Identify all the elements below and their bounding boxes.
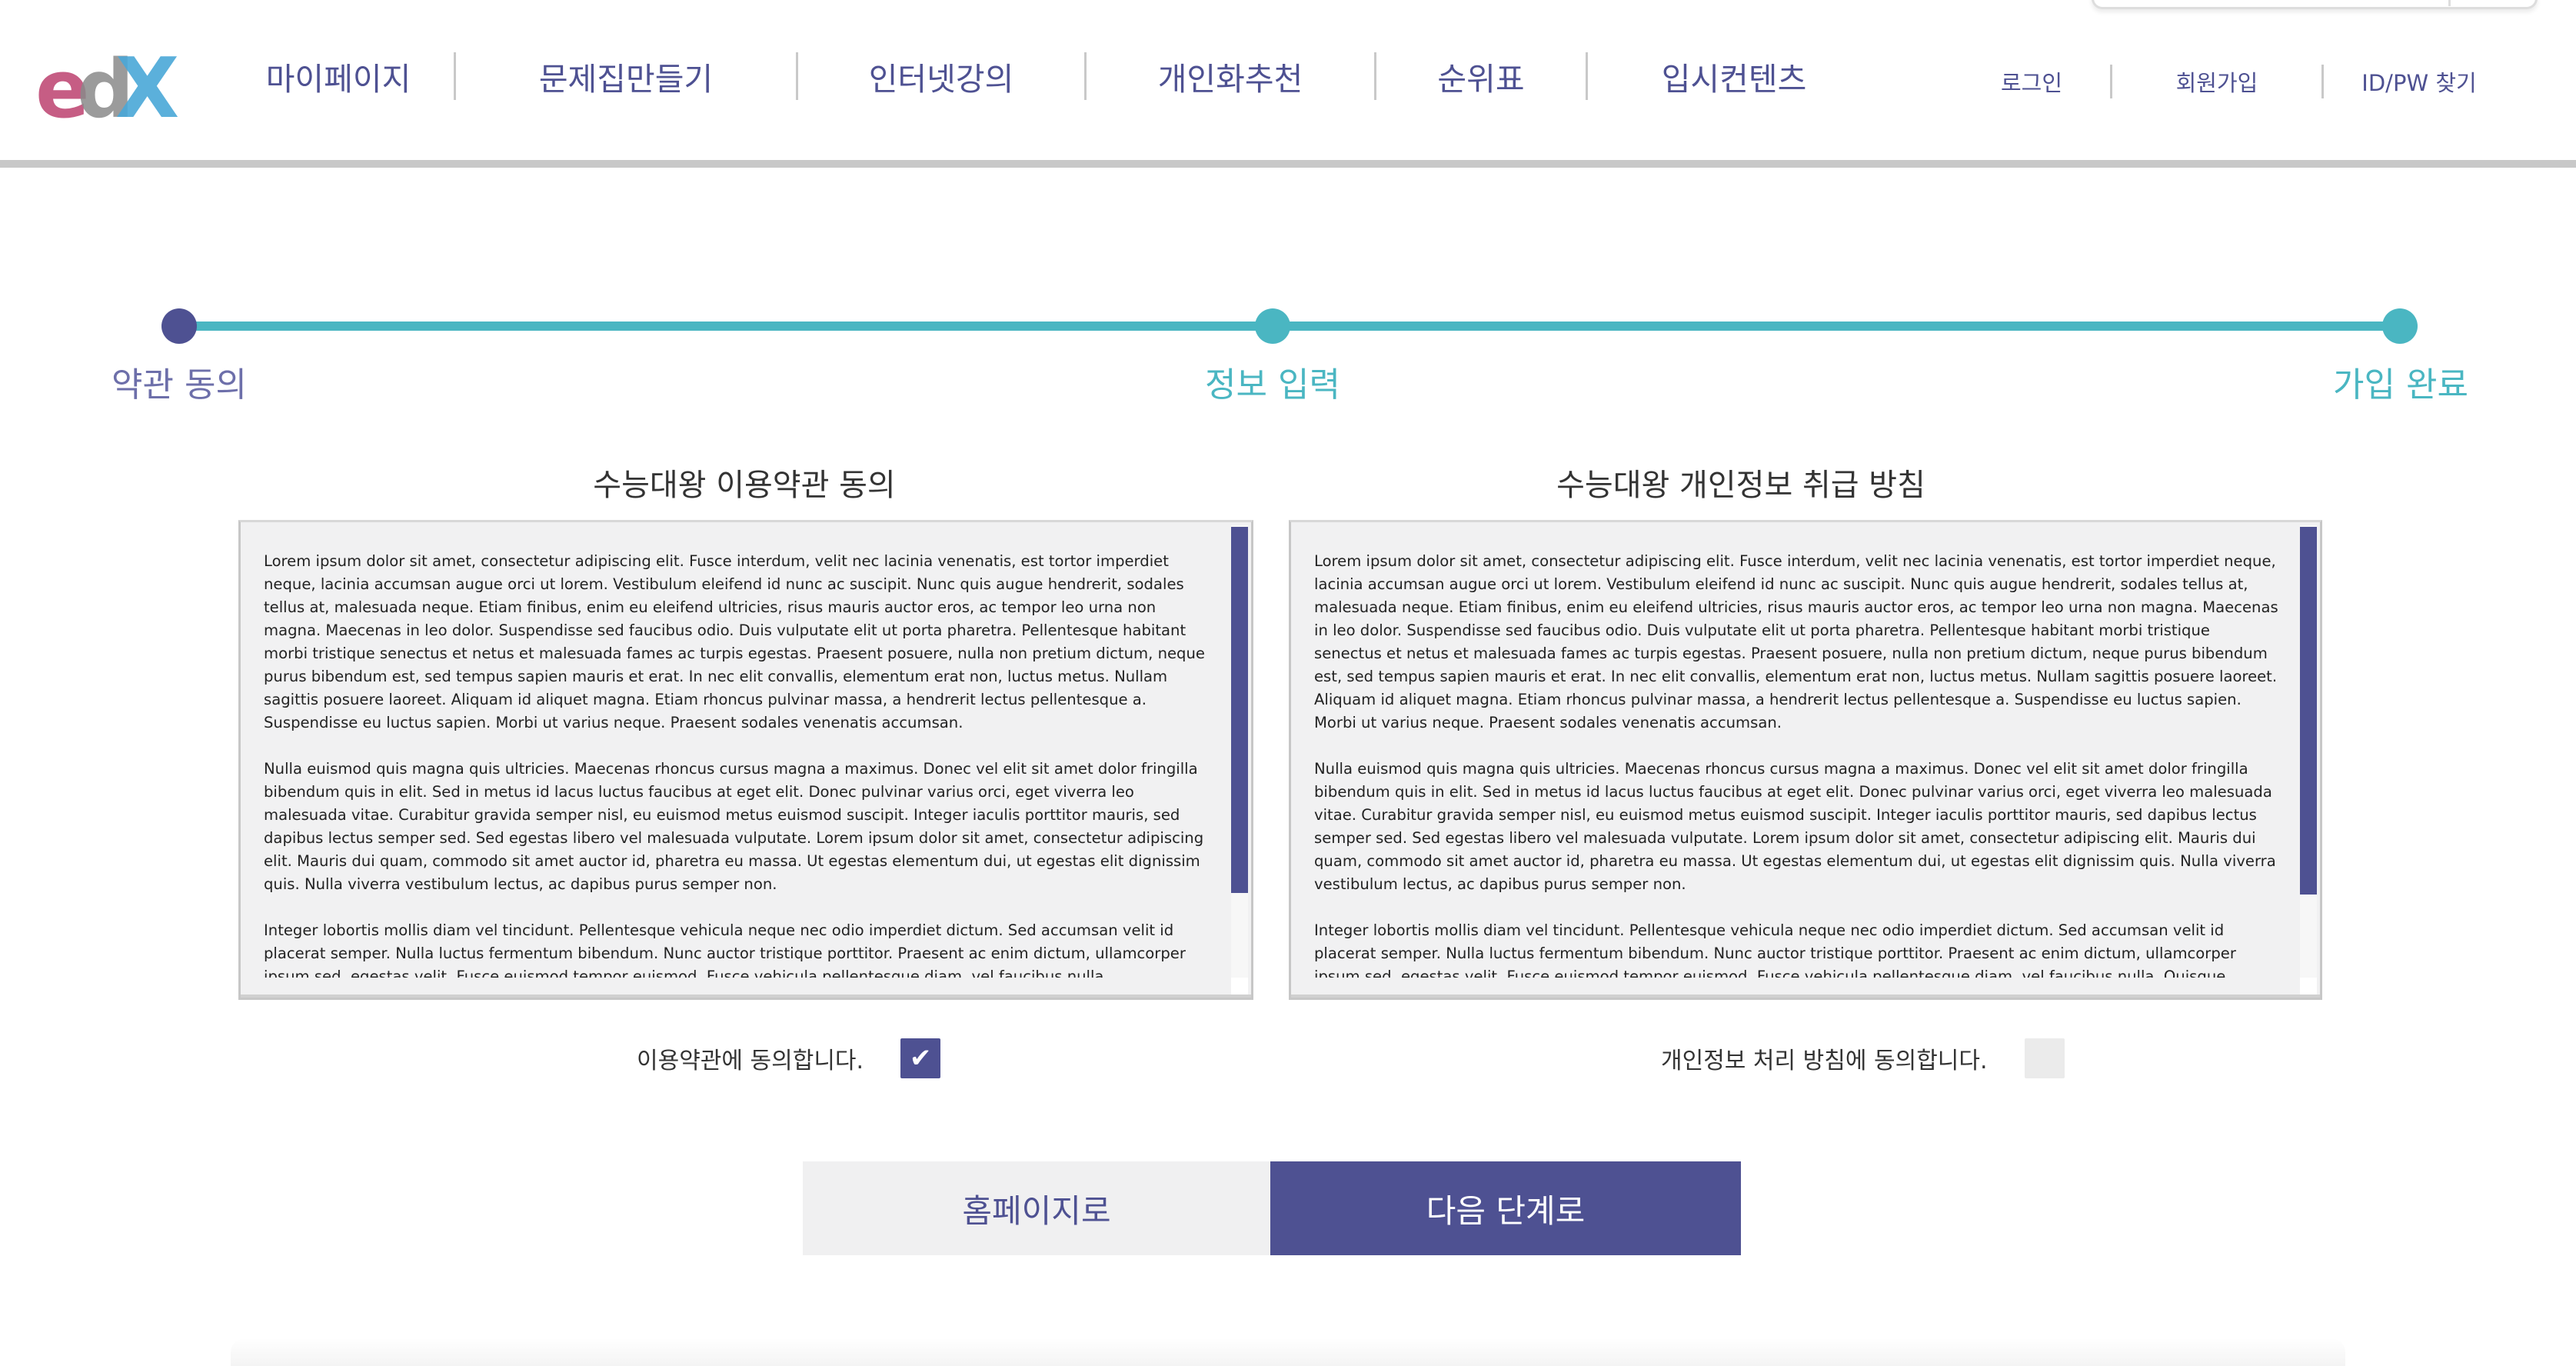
privacy-paragraph: Integer lobortis mollis diam vel tincidu…: [1314, 921, 2236, 978]
nav-item-mypage[interactable]: 마이페이지: [223, 53, 454, 99]
terms-scrollbar-thumb[interactable]: [1231, 527, 1248, 893]
privacy-paragraph: Nulla euismod quis magna quis ultricies.…: [1314, 760, 2276, 893]
next-step-button[interactable]: 다음 단계로: [1270, 1161, 1741, 1255]
terms-title: 수능대왕 이용약관 동의: [593, 468, 896, 503]
terms-paragraph: Nulla euismod quis magna quis ultricies.…: [264, 760, 1204, 893]
nav-item-make-problem-set[interactable]: 문제집만들기: [456, 53, 796, 99]
nav-item-admission-content[interactable]: 입시컨텐츠: [1588, 53, 1880, 99]
find-id-pw-link[interactable]: ID/PW 찾기: [2324, 65, 2514, 98]
privacy-content: Lorem ipsum dolor sit amet, consectetur …: [1314, 550, 2280, 978]
stepper-track: [180, 322, 2401, 331]
privacy-title: 수능대왕 개인정보 취급 방침: [1556, 468, 1925, 503]
step-label-info: 정보 입력: [1205, 365, 1340, 405]
go-home-button[interactable]: 홈페이지로: [803, 1161, 1270, 1255]
privacy-scrollbar-corner: [2300, 978, 2317, 995]
site-header: e d X 마이페이지 문제집만들기 인터넷강의 개인화추천 순위표 입시컨텐츠…: [0, 0, 2576, 168]
privacy-textbox[interactable]: Lorem ipsum dolor sit amet, consectetur …: [1289, 520, 2322, 1000]
terms-agree-row: 이용약관에 동의합니다. ✔: [637, 1037, 941, 1080]
footer-edge: [231, 1338, 2345, 1366]
privacy-agree-checkbox[interactable]: [2024, 1038, 2065, 1078]
privacy-paragraph: Lorem ipsum dolor sit amet, consectetur …: [1314, 552, 2278, 731]
privacy-scrollbar-thumb[interactable]: [2300, 527, 2317, 895]
check-icon: ✔: [909, 1043, 932, 1074]
auth-links: 로그인 회원가입 ID/PW 찾기: [1953, 60, 2514, 103]
nav-item-online-lecture[interactable]: 인터넷강의: [798, 53, 1084, 99]
terms-paragraph: Lorem ipsum dolor sit amet, consectetur …: [264, 552, 1205, 731]
privacy-agree-label: 개인정보 처리 방침에 동의합니다.: [1661, 1048, 1988, 1074]
step-dot-complete: [2382, 308, 2418, 344]
edx-logo[interactable]: e d X: [35, 43, 200, 125]
signup-link[interactable]: 회원가입: [2112, 65, 2321, 98]
top-right-search-box[interactable]: [2092, 0, 2538, 9]
logo-letter-x: X: [115, 43, 179, 125]
step-dot-info: [1255, 308, 1290, 344]
nav-item-recommendation[interactable]: 개인화추천: [1087, 53, 1374, 99]
terms-agree-label: 이용약관에 동의합니다.: [637, 1048, 864, 1074]
privacy-agree-row: 개인정보 처리 방침에 동의합니다.: [1661, 1037, 2065, 1080]
terms-agree-checkbox[interactable]: ✔: [900, 1038, 941, 1078]
signup-stepper: 약관 동의 정보 입력 가입 완료: [0, 292, 2576, 408]
terms-scrollbar-corner: [1231, 978, 1248, 995]
terms-content: Lorem ipsum dolor sit amet, consectetur …: [264, 550, 1211, 978]
terms-textbox[interactable]: Lorem ipsum dolor sit amet, consectetur …: [238, 520, 1253, 1000]
step-label-complete: 가입 완료: [2333, 365, 2468, 405]
nav-item-ranking[interactable]: 순위표: [1376, 53, 1586, 99]
login-link[interactable]: 로그인: [1953, 65, 2110, 98]
step-label-terms: 약관 동의: [111, 365, 247, 405]
main-nav: 마이페이지 문제집만들기 인터넷강의 개인화추천 순위표 입시컨텐츠: [223, 49, 1880, 103]
terms-paragraph: Integer lobortis mollis diam vel tincidu…: [264, 921, 1186, 978]
step-dot-terms: [161, 308, 197, 344]
